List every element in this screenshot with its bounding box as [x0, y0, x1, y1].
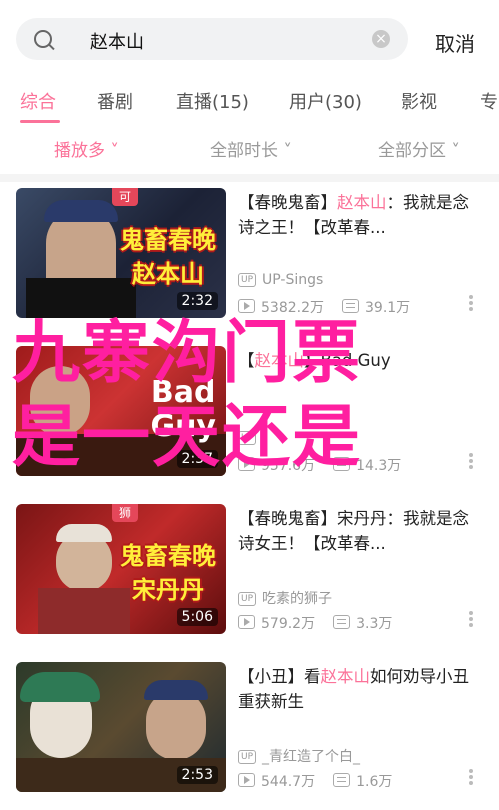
up-icon: UP: [238, 750, 257, 764]
badge: 可: [112, 188, 138, 206]
video-title[interactable]: 【春晚鬼畜】赵本山：我就是念诗之王！【改革春...: [238, 190, 478, 240]
video-duration: 2:32: [176, 292, 218, 310]
tab-users[interactable]: 用户(30): [289, 88, 362, 114]
active-tab-indicator: [20, 120, 60, 123]
tab-bangumi[interactable]: 番剧: [97, 88, 133, 114]
thumbnail-caption: 鬼畜春晚 赵本山: [120, 226, 216, 288]
more-icon[interactable]: [469, 769, 473, 773]
uploader[interactable]: UP UP-Sings: [238, 272, 323, 288]
tab-live[interactable]: 直播(15): [176, 88, 249, 114]
video-duration: 5:06: [176, 608, 218, 626]
video-stats: 544.7万 1.6万: [238, 771, 392, 791]
danmaku-icon: [342, 299, 359, 313]
up-icon: UP: [238, 592, 257, 606]
search-icon: [34, 30, 52, 48]
list-item[interactable]: 狮 鬼畜春晚 宋丹丹 5:06 【春晚鬼畜】宋丹丹：我就是念诗女王！【改革春...…: [0, 496, 499, 652]
tab-all[interactable]: 综合: [20, 88, 56, 114]
video-title[interactable]: 【春晚鬼畜】宋丹丹：我就是念诗女王！【改革春...: [238, 506, 478, 556]
more-icon[interactable]: [469, 295, 473, 299]
uploader[interactable]: UP 吃素的狮子: [238, 588, 332, 608]
play-icon: [238, 773, 255, 787]
clear-icon[interactable]: ×: [372, 30, 390, 48]
search-input[interactable]: 赵本山: [90, 28, 144, 54]
play-icon: [238, 615, 255, 629]
filter-zone[interactable]: 全部分区 ˅: [378, 136, 460, 161]
play-icon: [238, 299, 255, 313]
thumbnail-caption: 鬼畜春晚 宋丹丹: [120, 542, 216, 604]
video-stats: 579.2万 3.3万: [238, 613, 392, 633]
cancel-button[interactable]: 取消: [435, 28, 475, 57]
video-thumbnail[interactable]: 可 鬼畜春晚 赵本山 2:32: [16, 188, 226, 318]
badge: 狮: [112, 504, 138, 522]
tab-bar: 综合 番剧 直播(15) 用户(30) 影视 专: [0, 78, 499, 127]
video-thumbnail[interactable]: 2:53: [16, 662, 226, 792]
watermark-text: 九寨沟门票 是一天还是: [12, 314, 363, 477]
search-bar: 赵本山 × 取消: [0, 0, 499, 78]
tab-special[interactable]: 专: [480, 88, 498, 114]
video-title[interactable]: 【小丑】看赵本山如何劝导小丑重获新生: [238, 664, 478, 714]
search-box[interactable]: 赵本山 ×: [16, 18, 408, 60]
video-duration: 2:53: [176, 766, 218, 784]
filter-sort[interactable]: 播放多 ˅: [54, 136, 119, 161]
tab-movies[interactable]: 影视: [401, 88, 437, 114]
filter-duration[interactable]: 全部时长 ˅: [210, 136, 292, 161]
up-icon: UP: [238, 273, 257, 287]
danmaku-icon: [333, 615, 351, 629]
list-item[interactable]: 2:53 【小丑】看赵本山如何劝导小丑重获新生 UP _青红造了个白_ 544.7…: [0, 654, 499, 810]
more-icon[interactable]: [469, 611, 473, 615]
uploader[interactable]: UP _青红造了个白_: [238, 746, 360, 766]
danmaku-icon: [333, 773, 351, 787]
filter-bar: 播放多 ˅ 全部时长 ˅ 全部分区 ˅: [0, 126, 499, 174]
video-thumbnail[interactable]: 狮 鬼畜春晚 宋丹丹 5:06: [16, 504, 226, 634]
